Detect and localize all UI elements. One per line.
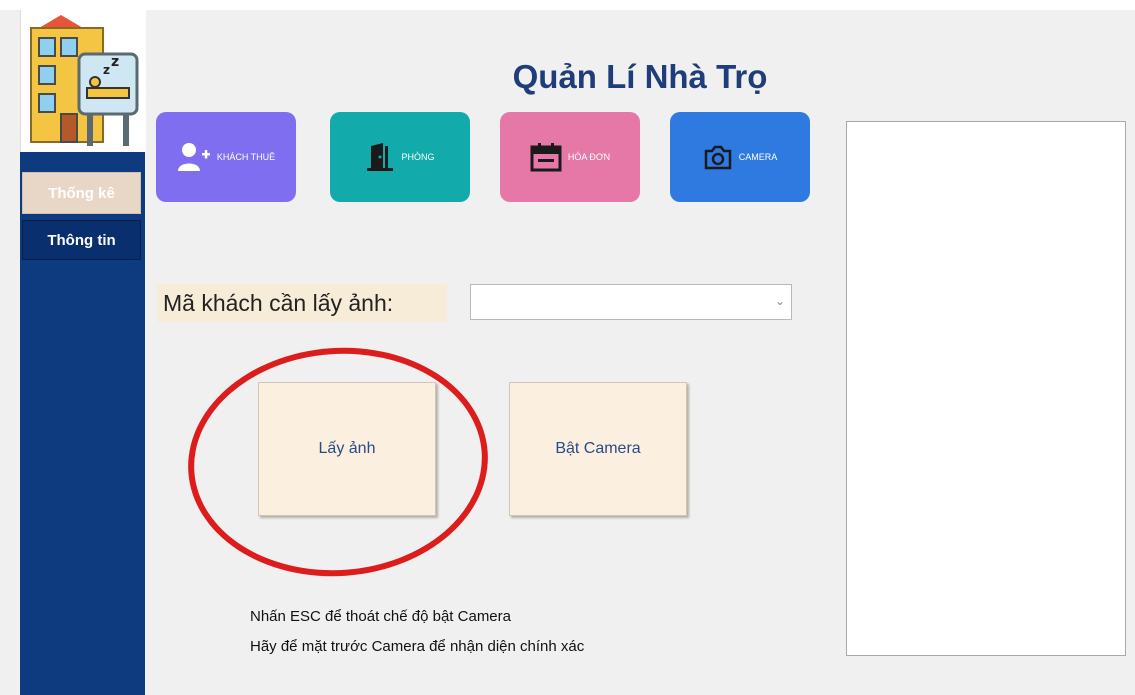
app-logo: z z bbox=[20, 10, 146, 152]
camera-icon bbox=[704, 145, 731, 170]
esc-instruction-text: Nhấn ESC để thoát chế độ bật Camera bbox=[250, 608, 511, 625]
page-title: Quản Lí Nhà Trọ bbox=[512, 58, 768, 95]
camera-tile-button[interactable]: CAMERA bbox=[670, 112, 810, 202]
sidebar-item-information[interactable]: Thông tin bbox=[22, 220, 141, 260]
add-user-icon bbox=[177, 143, 210, 171]
room-tile-button[interactable]: PHÒNG bbox=[330, 112, 470, 202]
turn-on-camera-button[interactable]: Bật Camera bbox=[509, 382, 687, 516]
customer-code-dropdown[interactable]: ⌄ bbox=[470, 284, 792, 320]
svg-text:z: z bbox=[103, 63, 110, 77]
face-camera-instruction-text: Hãy để mặt trước Camera để nhận diện chí… bbox=[250, 638, 585, 655]
camera-tile-label: CAMERA bbox=[738, 152, 778, 162]
customer-code-label: Mã khách cần lấy ảnh: bbox=[157, 284, 447, 322]
invoice-tile-label: HÓA ĐƠN bbox=[567, 152, 611, 162]
guest-tile-button[interactable]: KHÁCH THUÊ bbox=[156, 112, 296, 202]
hotel-logo-icon: z z bbox=[30, 15, 139, 146]
chevron-down-icon[interactable]: ⌄ bbox=[775, 294, 785, 308]
camera-preview-box bbox=[846, 121, 1126, 656]
door-icon bbox=[367, 143, 394, 171]
guest-tile-label: KHÁCH THUÊ bbox=[216, 152, 276, 162]
svg-text:z: z bbox=[111, 54, 119, 70]
sidebar-item-statistics[interactable]: Thống kê bbox=[22, 172, 141, 214]
room-tile-label: PHÒNG bbox=[401, 152, 435, 162]
invoice-tile-button[interactable]: HÓA ĐƠN bbox=[500, 112, 640, 202]
calendar-icon bbox=[530, 143, 562, 172]
